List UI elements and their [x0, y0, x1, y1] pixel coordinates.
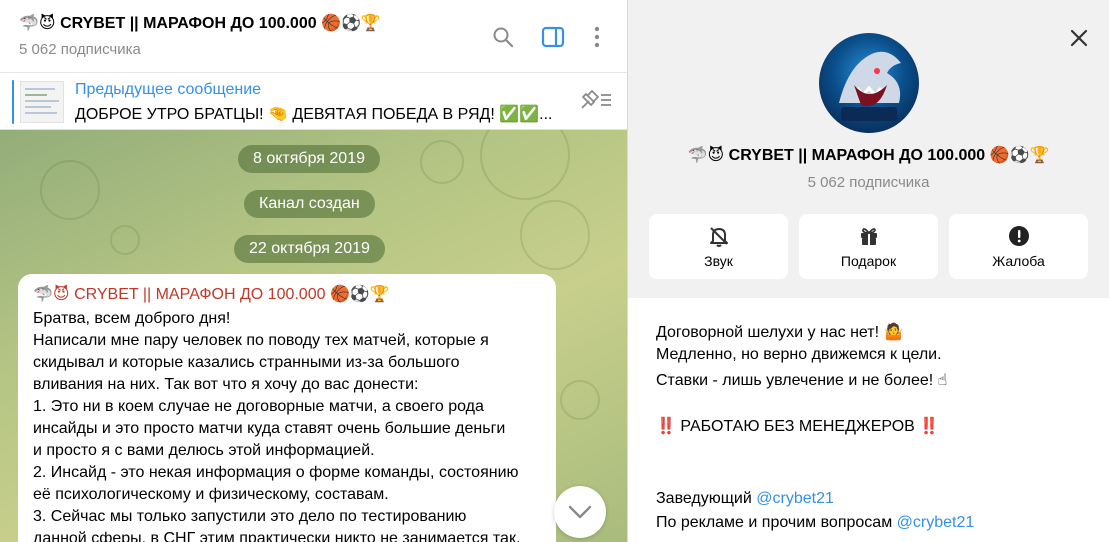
title-emoji: 🦈😈 — [19, 15, 56, 32]
pinned-list-icon[interactable] — [579, 89, 613, 111]
message-line: данной сферы, в СНГ этим практически ник… — [33, 530, 521, 542]
pinned-message-bar[interactable]: Предыдущее сообщение ДОБРОЕ УТРО БРАТЦЫ!… — [0, 72, 627, 130]
mute-button[interactable]: Звук — [649, 214, 788, 279]
close-icon[interactable] — [1066, 25, 1092, 51]
info-title-text: CRYBET || МАРАФОН ДО 100.000 — [728, 147, 986, 164]
chevron-down-icon — [568, 505, 592, 519]
channel-title: 🦈😈 CRYBET || МАРАФОН ДО 100.000 🏀⚽🏆 — [628, 145, 1109, 165]
gift-icon — [860, 228, 877, 245]
pinned-text: ДОБРОЕ УТРО БРАТЦЫ! 🤏 ДЕВЯТАЯ ПОБЕДА В Р… — [75, 106, 553, 123]
description-line: Договорной шелухи у нас нет! 🤷 — [656, 324, 904, 341]
gift-label: Подарок — [840, 253, 897, 269]
message-line: скидывал и которые казались странными из… — [33, 354, 460, 371]
service-message: Канал создан — [244, 190, 375, 218]
manager-label: Заведующий — [656, 490, 752, 507]
channel-description: Договорной шелухи у нас нет! 🤷 Медленно,… — [628, 298, 1109, 542]
info-title-trail: 🏀⚽🏆 — [989, 147, 1050, 164]
ads-link[interactable]: @crybet21 — [897, 514, 975, 531]
description-line: Ставки - лишь увлечение и не более! ☝ — [656, 372, 948, 389]
description-line: Медленно, но верно движемся к цели. — [656, 346, 942, 363]
chat-header[interactable]: 🦈😈 CRYBET || МАРАФОН ДО 100.000 🏀⚽🏆 5 06… — [0, 0, 627, 72]
message-line: вливания на них. Так вот что я хочу до в… — [33, 376, 419, 393]
manager-line: Заведующий @crybet21 — [656, 490, 834, 508]
message-line: 3. Сейчас мы только запустили это дело п… — [33, 508, 467, 525]
subscriber-count: 5 062 подписчика — [19, 41, 141, 58]
message-line: инсайды и это просто матчи куда ставят о… — [33, 420, 506, 437]
author-emoji: 🦈😈 — [33, 286, 70, 303]
title-text: CRYBET || МАРАФОН ДО 100.000 — [60, 15, 317, 32]
message-line: 2. Инсайд - это некая информация о форме… — [33, 464, 519, 481]
message-author[interactable]: 🦈😈 CRYBET || МАРАФОН ДО 100.000 🏀⚽🏆 — [33, 284, 390, 304]
title-trail-emoji: 🏀⚽🏆 — [321, 15, 381, 32]
more-vertical-icon[interactable] — [584, 24, 610, 50]
pinned-title: Предыдущее сообщение — [75, 81, 262, 98]
channel-subscribers: 5 062 подписчика — [807, 174, 930, 191]
message-line: и просто я с вами делюсь этой информацие… — [33, 442, 375, 459]
bell-off-icon — [709, 227, 728, 247]
gift-button[interactable]: Подарок — [799, 214, 938, 279]
date-separator: 8 октября 2019 — [238, 145, 380, 173]
scroll-down-button[interactable] — [554, 486, 606, 538]
sidebar-toggle-icon[interactable] — [540, 24, 566, 50]
chat-title[interactable]: 🦈😈 CRYBET || МАРАФОН ДО 100.000 🏀⚽🏆 — [19, 13, 381, 33]
chat-column: 🦈😈 CRYBET || МАРАФОН ДО 100.000 🏀⚽🏆 5 06… — [0, 0, 627, 542]
message-bubble[interactable]: 🦈😈 CRYBET || МАРАФОН ДО 100.000 🏀⚽🏆 Брат… — [18, 274, 556, 542]
message-line: Написали мне пару человек по поводу тех … — [33, 332, 489, 349]
author-trail-emoji: 🏀⚽🏆 — [329, 286, 390, 303]
search-icon[interactable] — [490, 24, 516, 50]
report-label: Жалоба — [992, 253, 1045, 269]
message-line: Братва, всем доброго дня! — [33, 310, 231, 327]
ads-line: По рекламе и прочим вопросам @crybet21 — [656, 514, 974, 532]
info-title-emoji: 🦈😈 — [687, 147, 725, 164]
manager-link[interactable]: @crybet21 — [756, 490, 834, 507]
message-text: Братва, всем доброго дня! Написали мне п… — [33, 308, 548, 542]
message-line: 1. Это ни в коем случае не договорные ма… — [33, 398, 484, 415]
report-icon — [1008, 226, 1029, 246]
report-button[interactable]: Жалоба — [949, 214, 1088, 279]
message-line: её психологическому и физическому, соста… — [33, 486, 389, 503]
date-separator: 22 октября 2019 — [234, 235, 385, 263]
channel-info-panel: 🦈😈 CRYBET || МАРАФОН ДО 100.000 🏀⚽🏆 5 06… — [628, 0, 1109, 542]
author-name: CRYBET || МАРАФОН ДО 100.000 — [74, 286, 326, 303]
mute-label: Звук — [704, 253, 733, 269]
pinned-thumbnail — [20, 81, 64, 123]
description-line: ‼️ РАБОТАЮ БЕЗ МЕНЕДЖЕРОВ ‼️ — [656, 418, 940, 435]
channel-avatar[interactable] — [819, 33, 919, 133]
ads-label: По рекламе и прочим вопросам — [656, 514, 893, 531]
pinned-indicator — [12, 80, 14, 124]
